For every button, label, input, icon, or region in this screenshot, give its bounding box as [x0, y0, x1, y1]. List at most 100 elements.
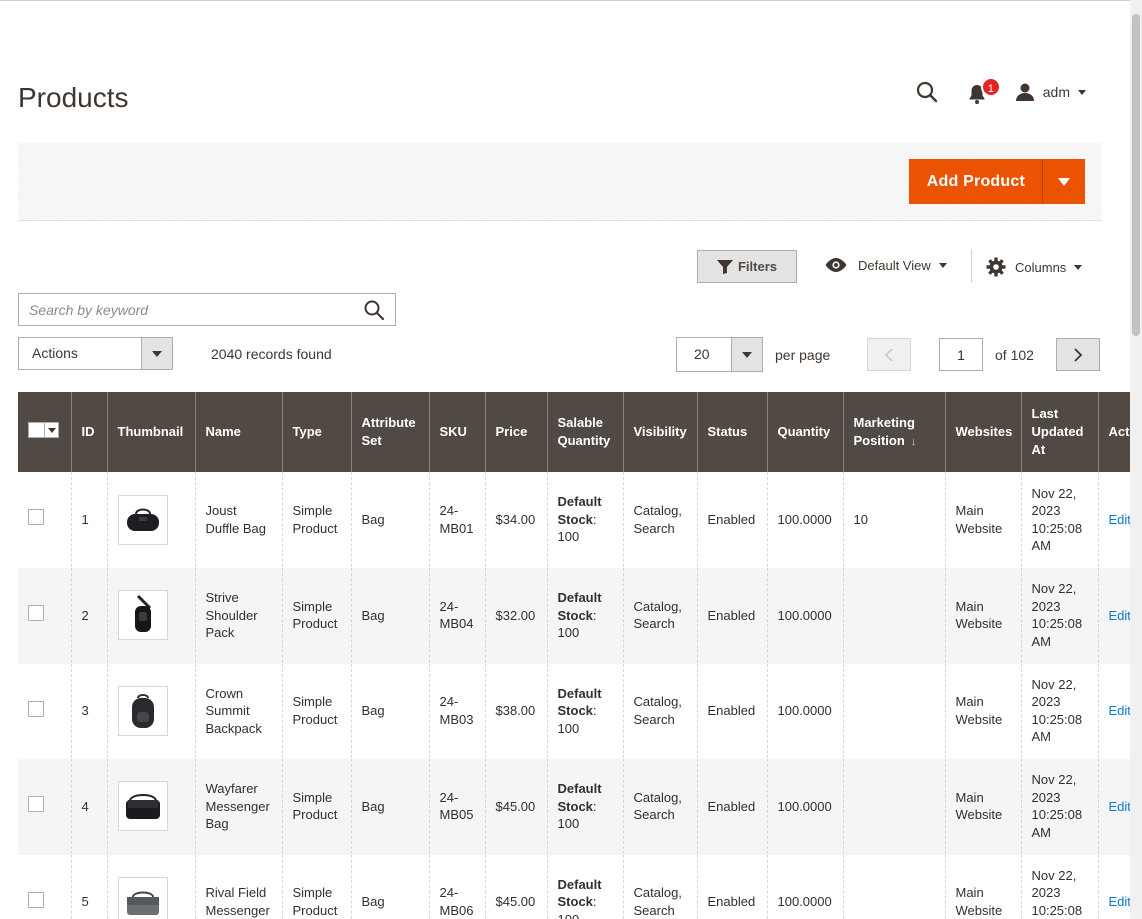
row-checkbox[interactable]	[28, 509, 44, 526]
per-page-select[interactable]: 20	[676, 337, 763, 372]
search-icon[interactable]	[363, 299, 385, 321]
salable-qty-value: 100	[557, 625, 580, 640]
salable-qty-value: 100	[557, 529, 580, 545]
triangle-down-icon	[1057, 177, 1070, 186]
cell-last-updated: Nov 22, 2023 10:25:08 AM	[1020, 854, 1098, 919]
duffle-bag-icon	[126, 508, 159, 531]
row-checkbox[interactable]	[28, 891, 44, 908]
mass-actions-value: Actions	[32, 345, 78, 361]
cell-visibility: Catalog, Search	[622, 472, 697, 568]
keyword-search-input[interactable]	[29, 301, 363, 318]
cell-salable-quantity: Default Stock: 100	[546, 663, 623, 759]
cell-sku: 24-MB06	[428, 854, 485, 919]
messenger-bag-icon	[125, 794, 160, 820]
add-product-dropdown-toggle[interactable]	[1042, 160, 1084, 203]
chevron-down-icon	[1074, 264, 1083, 270]
edit-link[interactable]: Edit	[1109, 703, 1131, 718]
product-thumbnail[interactable]	[117, 876, 168, 919]
column-header-last-updated[interactable]: Last Updated At	[1020, 392, 1098, 472]
cell-marketing-position	[842, 758, 945, 855]
cell-action: Edit	[1097, 663, 1131, 759]
column-header-visibility[interactable]: Visibility	[622, 392, 697, 472]
cell-id: 3	[70, 663, 107, 759]
salable-qty-value: 100	[557, 911, 580, 919]
cell-type: Simple Product	[281, 854, 351, 919]
user-icon	[1015, 83, 1034, 101]
row-select-cell	[18, 663, 71, 759]
cell-price: $45.00	[484, 758, 547, 855]
filters-button[interactable]: Filters	[697, 250, 797, 283]
cell-salable-quantity: Default Stock: 100	[546, 854, 623, 919]
current-page-input[interactable]	[939, 338, 983, 371]
product-thumbnail[interactable]	[117, 781, 168, 832]
per-page-value: 20	[694, 346, 710, 362]
funnel-icon	[716, 259, 733, 274]
cell-id: 4	[70, 758, 107, 855]
column-header-websites[interactable]: Websites	[944, 392, 1021, 472]
cell-sku: 24-MB04	[428, 567, 485, 664]
scrollbar-thumb[interactable]	[1132, 14, 1140, 336]
grid-header-row: ID Thumbnail Name Type Attribute Set SKU…	[18, 392, 1130, 472]
triangle-down-icon	[742, 351, 752, 358]
cell-name: Strive Shoulder Pack	[194, 567, 282, 664]
columns-control[interactable]: Columns	[986, 257, 1083, 277]
row-select-cell	[18, 758, 71, 855]
column-header-id[interactable]: ID	[70, 392, 107, 472]
cell-attribute-set: Bag	[350, 472, 429, 568]
cell-marketing-position: 10	[842, 472, 945, 568]
cell-attribute-set: Bag	[350, 663, 429, 759]
view-switcher[interactable]: Default View	[824, 257, 947, 273]
column-header-sku[interactable]: SKU	[428, 392, 485, 472]
global-search-icon[interactable]	[915, 80, 939, 104]
triangle-down-icon	[152, 350, 162, 357]
column-header-status[interactable]: Status	[696, 392, 767, 472]
mass-actions-select[interactable]: Actions	[18, 337, 173, 370]
edit-link[interactable]: Edit	[1109, 608, 1131, 623]
add-product-split-button: Add Product	[908, 159, 1085, 204]
cell-price: $32.00	[484, 567, 547, 664]
product-thumbnail[interactable]	[117, 494, 168, 545]
cell-type: Simple Product	[281, 663, 351, 759]
cell-quantity: 100.0000	[766, 472, 843, 568]
cell-thumbnail	[106, 758, 195, 855]
toolbar-divider	[971, 250, 972, 283]
cell-id: 1	[70, 472, 107, 568]
product-thumbnail[interactable]	[117, 590, 168, 640]
total-pages-label: of 102	[995, 347, 1034, 363]
row-select-cell	[18, 567, 71, 664]
cell-last-updated: Nov 22, 2023 10:25:08 AM	[1020, 472, 1098, 568]
row-checkbox[interactable]	[28, 700, 44, 717]
edit-link[interactable]: Edit	[1109, 512, 1131, 527]
previous-page-button[interactable]	[867, 338, 911, 371]
cell-visibility: Catalog, Search	[622, 854, 697, 919]
column-header-attribute-set[interactable]: Attribute Set	[350, 392, 429, 472]
sort-arrow-icon: ↓	[910, 435, 917, 448]
column-header-quantity[interactable]: Quantity	[766, 392, 843, 472]
cell-marketing-position	[842, 663, 945, 759]
cell-thumbnail	[106, 854, 195, 919]
cell-marketing-position	[842, 854, 945, 919]
edit-link[interactable]: Edit	[1109, 799, 1131, 814]
backpack-icon	[131, 693, 154, 728]
page-scrollbar[interactable]	[1130, 0, 1142, 919]
add-product-button[interactable]: Add Product	[910, 160, 1042, 203]
product-thumbnail[interactable]	[117, 685, 168, 736]
user-account-menu[interactable]: adm	[1015, 82, 1086, 102]
next-page-button[interactable]	[1056, 338, 1100, 371]
chevron-down-icon	[938, 262, 947, 268]
column-header-marketing-position[interactable]: Marketing Position ↓	[842, 392, 945, 472]
row-checkbox[interactable]	[28, 605, 44, 621]
column-header-name[interactable]: Name	[194, 392, 282, 472]
column-header-price[interactable]: Price	[484, 392, 547, 472]
column-header-type[interactable]: Type	[281, 392, 351, 472]
salable-stock-label: Default Stock	[557, 685, 602, 719]
field-messenger-icon	[126, 891, 159, 915]
cell-sku: 24-MB03	[428, 663, 485, 759]
cell-websites: Main Website	[944, 758, 1021, 855]
row-checkbox[interactable]	[28, 796, 44, 812]
cell-quantity: 100.0000	[766, 854, 843, 919]
cell-last-updated: Nov 22, 2023 10:25:08 AM	[1020, 567, 1098, 664]
edit-link[interactable]: Edit	[1109, 894, 1131, 909]
mass-select-control[interactable]	[28, 422, 59, 438]
notifications-bell-icon[interactable]: 1	[969, 77, 1001, 104]
